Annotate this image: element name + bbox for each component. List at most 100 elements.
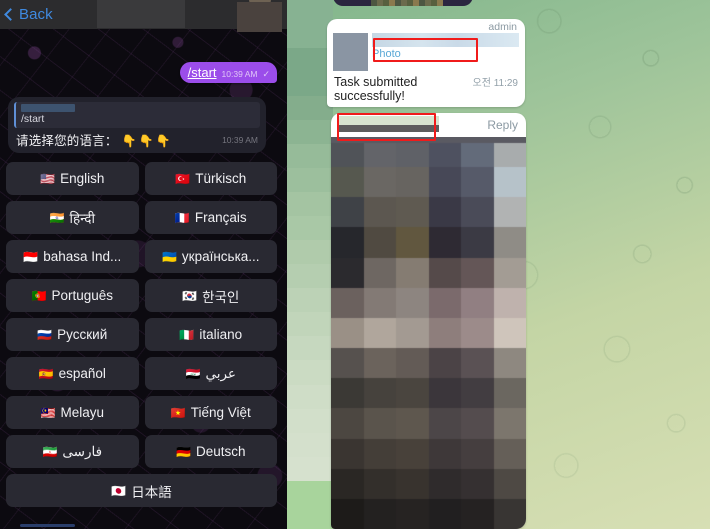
pixel-block <box>287 168 333 193</box>
flag-icon: 🇺🇸 <box>40 171 56 186</box>
message-body-row: Task submitted successfully! 오전 11:29 <box>327 73 525 107</box>
incoming-message-bubble: /start 请选择您的语言： 👇👇👇 10:39 AM <box>8 97 266 153</box>
chat-header: Back <box>0 0 287 32</box>
pixel-block <box>287 360 333 385</box>
previous-message-bubble[interactable] <box>333 0 473 6</box>
back-button-label: Back <box>19 6 53 23</box>
flag-icon: 🇮🇹 <box>179 327 195 342</box>
left-chat-panel: Back /start 10:39 AM ✓ /start 请选择您的语言： 👇👇… <box>0 0 287 529</box>
language-button-label: Türkisch <box>195 171 247 186</box>
pixel-block <box>287 408 333 433</box>
pixel-block <box>287 216 333 241</box>
language-button-10[interactable]: 🇪🇸 español <box>6 357 139 390</box>
flag-icon: 🇺🇦 <box>161 249 177 264</box>
message-body-text: Task submitted successfully! <box>334 75 418 103</box>
language-button-8[interactable]: 🇷🇺 Русский <box>6 318 139 351</box>
language-button-label: українська... <box>181 249 260 264</box>
language-button-label: Tiếng Việt <box>190 405 251 420</box>
language-button-7[interactable]: 🇰🇷 한국인 <box>144 279 277 312</box>
right-chat-panel: admin Photo Task submitted successfully!… <box>287 0 710 529</box>
language-button-label: فارسی <box>62 443 103 459</box>
pixel-block <box>287 384 333 409</box>
quoted-message-text: /start <box>21 113 45 125</box>
language-button-1[interactable]: 🇹🇷 Türkisch <box>144 162 277 195</box>
language-button-label: English <box>60 171 105 186</box>
admin-message-bubble[interactable]: admin Photo Task submitted successfully!… <box>327 19 525 107</box>
attachment-type-label[interactable]: Photo <box>372 48 519 60</box>
language-button-4[interactable]: 🇮🇩 bahasa Ind... <box>6 240 139 273</box>
attachment-details: Photo <box>368 33 519 60</box>
outgoing-message-time: 10:39 AM <box>221 69 258 79</box>
pixel-block <box>287 504 333 529</box>
incoming-message-time: 10:39 AM <box>222 134 258 145</box>
pixel-block <box>287 192 333 217</box>
language-button-label: عربي <box>205 365 236 381</box>
flag-icon: 🇮🇷 <box>42 444 58 459</box>
pixel-block <box>287 144 333 169</box>
language-button-15[interactable]: 🇩🇪 Deutsch <box>144 435 277 468</box>
flag-icon: 🇯🇵 <box>111 483 127 498</box>
previous-message-thumbnail <box>371 0 443 6</box>
flag-icon: 🇰🇷 <box>182 288 198 303</box>
language-button-14[interactable]: 🇮🇷 فارسی <box>6 435 139 468</box>
bottom-indicator-bar <box>20 524 75 527</box>
outgoing-message-text: /start <box>187 65 217 80</box>
language-button-label: 한국인 <box>202 289 240 305</box>
chevron-left-icon <box>4 8 17 21</box>
flag-icon: 🇪🇸 <box>38 366 54 381</box>
outgoing-message-bubble[interactable]: /start 10:39 AM ✓ <box>179 62 277 83</box>
language-button-label: bahasa Ind... <box>43 249 122 264</box>
pixel-block <box>287 336 333 361</box>
screenshot-root: Back /start 10:39 AM ✓ /start 请选择您的语言： 👇👇… <box>0 0 710 529</box>
attachment-thumbnail <box>333 33 368 71</box>
language-button-label: español <box>58 366 106 381</box>
language-prompt-text: 请选择您的语言： <box>16 134 118 148</box>
flag-icon: 🇷🇺 <box>37 327 53 342</box>
pixel-block <box>287 120 333 145</box>
back-button[interactable]: Back <box>4 6 53 23</box>
quoted-sender-redaction <box>21 104 75 112</box>
flag-icon: 🇹🇷 <box>175 171 191 186</box>
language-button-12[interactable]: 🇲🇾 Melayu <box>6 396 139 429</box>
language-button-label: Deutsch <box>195 444 246 459</box>
pixel-block <box>287 288 333 313</box>
pixel-block <box>287 456 333 481</box>
photo-sender-redaction <box>337 116 439 132</box>
quoted-message[interactable]: /start <box>14 102 260 128</box>
message-attachment-row[interactable]: Photo <box>327 33 525 73</box>
flag-icon: 🇫🇷 <box>174 210 190 225</box>
flag-icon: 🇮🇩 <box>23 249 39 264</box>
pixel-block <box>287 480 333 505</box>
message-sender-label: admin <box>488 21 517 33</box>
language-button-label: Melayu <box>60 405 104 420</box>
avatar[interactable] <box>237 2 282 32</box>
language-prompt-row: 请选择您的语言： 👇👇👇 10:39 AM <box>14 130 260 149</box>
pixel-block <box>287 240 333 265</box>
language-button-label: Français <box>194 210 247 225</box>
pixel-block <box>287 312 333 337</box>
language-keyboard: 🇺🇸 English 🇹🇷 Türkisch 🇮🇳 हिन्दी 🇫🇷 Français 🇮🇩 b… <box>6 162 277 507</box>
language-button-3[interactable]: 🇫🇷 Français <box>144 201 277 234</box>
flag-icon: 🇮🇶 <box>185 366 201 381</box>
flag-icon: 🇲🇾 <box>40 405 56 420</box>
language-button-6[interactable]: 🇵🇹 Português <box>6 279 139 312</box>
language-button-16[interactable]: 🇯🇵 日本語 <box>6 474 277 507</box>
language-button-13[interactable]: 🇻🇳 Tiếng Việt <box>144 396 277 429</box>
language-button-9[interactable]: 🇮🇹 italiano <box>144 318 277 351</box>
redacted-photo[interactable] <box>331 137 526 529</box>
language-button-label: 日本語 <box>131 484 172 500</box>
message-timestamp: 오전 11:29 <box>472 78 518 89</box>
photo-message-bubble[interactable]: Reply <box>331 113 526 529</box>
flag-icon: 🇩🇪 <box>176 444 191 459</box>
flag-icon: 🇵🇹 <box>31 288 47 303</box>
flag-icon: 🇻🇳 <box>170 405 186 420</box>
message-sent-check-icon: ✓ <box>262 69 270 79</box>
language-button-11[interactable]: 🇮🇶 عربي <box>144 357 277 390</box>
pixel-block <box>287 264 333 289</box>
language-button-2[interactable]: 🇮🇳 हिन्दी <box>6 201 139 234</box>
pixel-block <box>287 432 333 457</box>
pixel-block <box>287 0 333 25</box>
language-button-0[interactable]: 🇺🇸 English <box>6 162 139 195</box>
reply-button[interactable]: Reply <box>487 118 518 132</box>
language-button-5[interactable]: 🇺🇦 українська... <box>144 240 277 273</box>
